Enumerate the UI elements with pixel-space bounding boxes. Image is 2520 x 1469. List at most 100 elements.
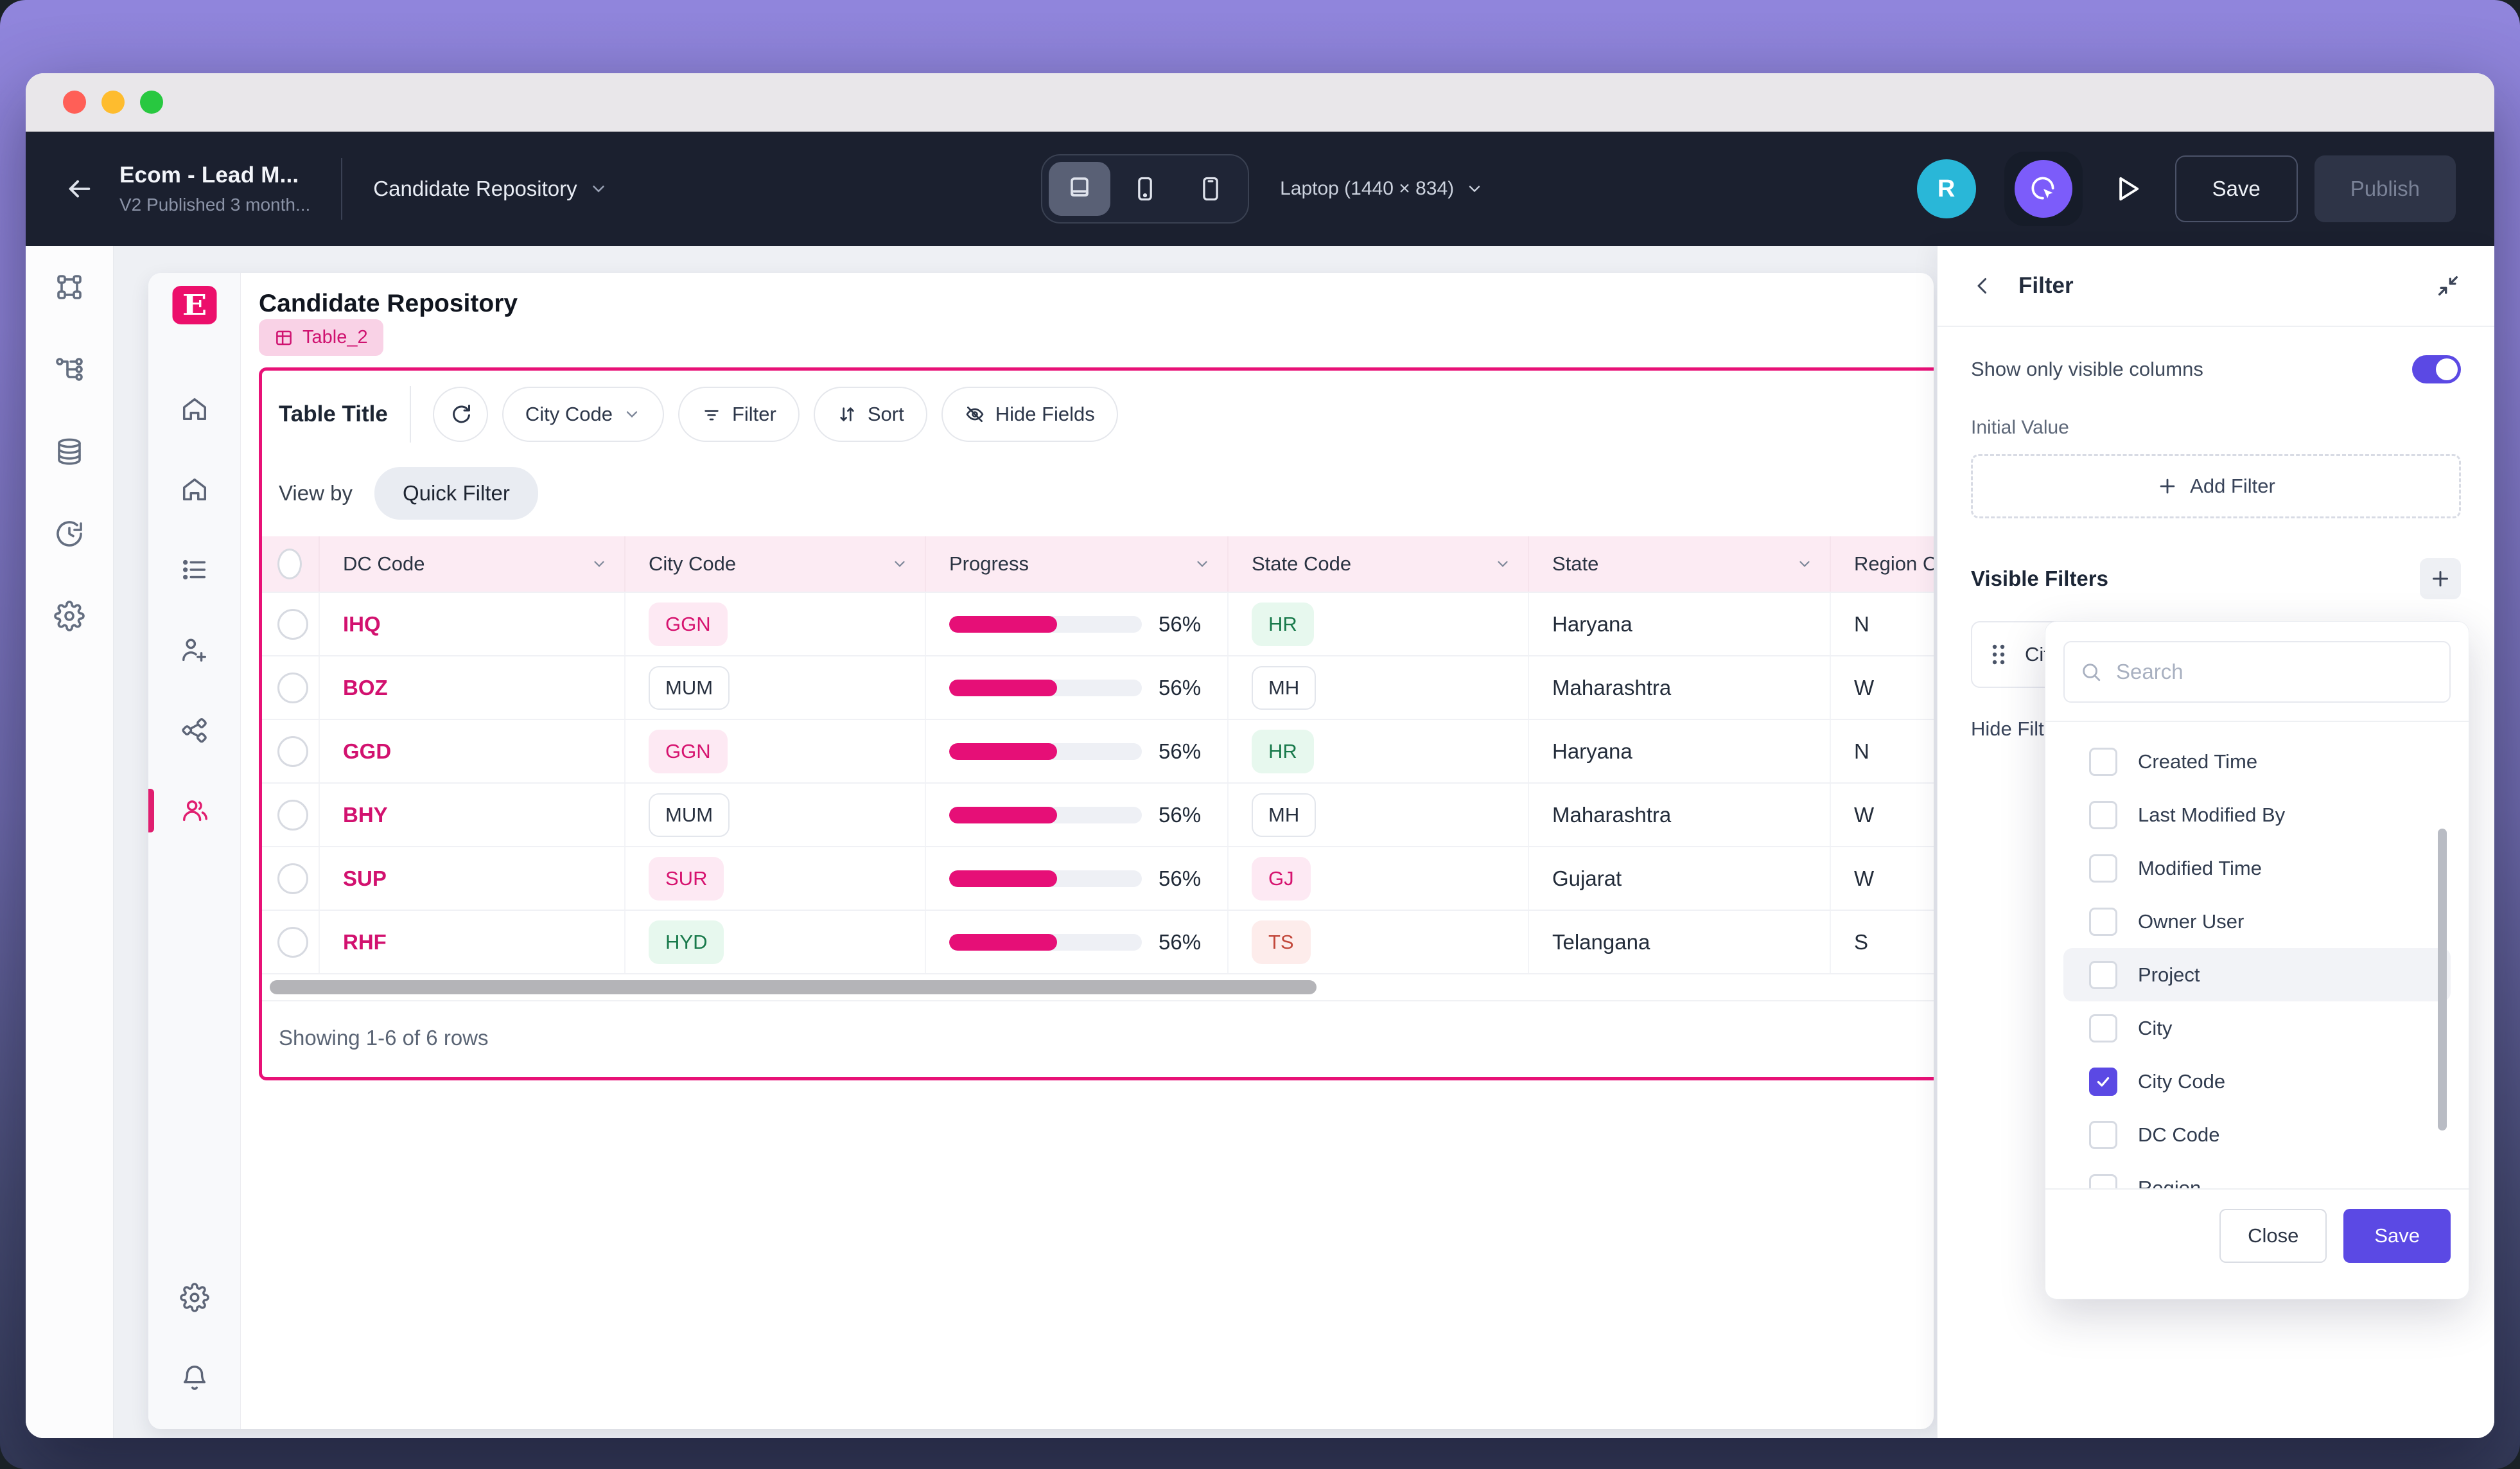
column-header[interactable]: City Code bbox=[626, 536, 926, 592]
column-option[interactable]: Modified Time bbox=[2063, 841, 2451, 895]
gear-icon bbox=[180, 1283, 209, 1312]
device-phone-button[interactable] bbox=[1114, 162, 1176, 216]
settings-gear-icon[interactable] bbox=[54, 601, 85, 631]
row-checkbox[interactable] bbox=[277, 673, 308, 703]
initial-value-label: Initial Value bbox=[1971, 417, 2461, 439]
option-checkbox[interactable] bbox=[2089, 1121, 2117, 1149]
table-row[interactable]: BOZ MUM 56% MH Maharashtra W bbox=[262, 655, 1934, 719]
progress-label: 56% bbox=[1159, 803, 1201, 827]
show-visible-columns-toggle[interactable] bbox=[2412, 355, 2461, 383]
add-visible-filter-button[interactable] bbox=[2420, 558, 2461, 599]
column-header[interactable]: Progress bbox=[926, 536, 1229, 592]
column-header[interactable]: State Code bbox=[1229, 536, 1529, 592]
canvas-size-dropdown[interactable]: Laptop (1440 × 834) bbox=[1280, 178, 1483, 200]
sidebar-item-list[interactable] bbox=[148, 544, 240, 595]
device-tablet-button[interactable] bbox=[1180, 162, 1241, 216]
sort-button[interactable]: Sort bbox=[814, 387, 927, 442]
row-checkbox[interactable] bbox=[277, 800, 308, 831]
option-checkbox[interactable] bbox=[2089, 1014, 2117, 1042]
popover-save-button[interactable]: Save bbox=[2343, 1209, 2451, 1263]
option-checkbox[interactable] bbox=[2089, 748, 2117, 776]
column-header[interactable]: State bbox=[1529, 536, 1831, 592]
flow-tree-icon[interactable] bbox=[54, 354, 85, 385]
popover-scrollbar[interactable] bbox=[2438, 829, 2447, 1130]
app-title-block[interactable]: Ecom - Lead M... V2 Published 3 month... bbox=[119, 163, 310, 215]
app-logo[interactable]: E bbox=[172, 286, 216, 324]
cursor-click-icon[interactable] bbox=[2015, 160, 2072, 218]
column-select-popover: Created Time Last Modified By Modified T… bbox=[2045, 621, 2469, 1299]
app-sidebar: E bbox=[148, 273, 241, 1429]
row-checkbox[interactable] bbox=[277, 863, 308, 894]
preview-play-button[interactable] bbox=[2111, 172, 2144, 206]
search-input[interactable] bbox=[2115, 659, 2434, 685]
back-arrow-icon[interactable] bbox=[64, 174, 94, 204]
table-row[interactable]: BHY MUM 56% MH Maharashtra W bbox=[262, 782, 1934, 846]
publish-button[interactable]: Publish bbox=[2314, 155, 2456, 222]
quick-filter-chip[interactable]: Quick Filter bbox=[374, 467, 538, 520]
filter-button[interactable]: Filter bbox=[678, 387, 800, 442]
sidebar-item-settings[interactable] bbox=[148, 1272, 240, 1323]
close-window-button[interactable] bbox=[63, 91, 86, 114]
chevron-left-icon[interactable] bbox=[1971, 274, 1994, 297]
column-option[interactable]: Owner User bbox=[2063, 895, 2451, 948]
option-checkbox[interactable] bbox=[2089, 801, 2117, 829]
sidebar-item-notifications[interactable] bbox=[148, 1352, 240, 1403]
database-icon[interactable] bbox=[54, 436, 85, 467]
table-row[interactable]: SUP SUR 56% GJ Gujarat W bbox=[262, 846, 1934, 910]
progress-bar bbox=[949, 807, 1142, 823]
column-header[interactable]: Region Code bbox=[1831, 536, 1934, 592]
refresh-button[interactable] bbox=[433, 387, 488, 442]
sidebar-item-share[interactable] bbox=[148, 705, 240, 756]
phone-icon bbox=[1131, 175, 1159, 203]
history-icon[interactable] bbox=[54, 518, 85, 549]
column-header[interactable]: DC Code bbox=[320, 536, 626, 592]
column-option[interactable]: Created Time bbox=[2063, 735, 2451, 788]
horizontal-scrollbar[interactable] bbox=[262, 973, 1934, 1000]
bell-icon bbox=[180, 1363, 209, 1393]
option-checkbox[interactable] bbox=[2089, 961, 2117, 989]
select-all-checkbox[interactable] bbox=[277, 549, 302, 579]
scrollbar-thumb[interactable] bbox=[270, 980, 1317, 994]
state-code-pill: MH bbox=[1252, 793, 1316, 837]
close-button[interactable]: Close bbox=[2219, 1209, 2327, 1263]
table-widget[interactable]: Table Title City Code bbox=[259, 367, 1934, 1080]
desktop-background: Ecom - Lead M... V2 Published 3 month...… bbox=[0, 0, 2520, 1469]
drag-handle-icon[interactable] bbox=[1989, 643, 2008, 666]
table-row[interactable]: GGD GGN 56% HR Haryana N bbox=[262, 719, 1934, 782]
progress-cell: 56% bbox=[926, 784, 1229, 846]
user-avatar[interactable]: R bbox=[1917, 159, 1976, 218]
sidebar-item-user-add[interactable] bbox=[148, 624, 240, 676]
collapse-panel-icon[interactable] bbox=[2435, 273, 2461, 299]
column-option[interactable]: City bbox=[2063, 1001, 2451, 1055]
column-selector-dropdown[interactable]: City Code bbox=[502, 387, 664, 442]
table-row[interactable]: IHQ GGN 56% HR Haryana N bbox=[262, 592, 1934, 655]
sidebar-item-home[interactable] bbox=[148, 383, 240, 435]
widget-name-badge[interactable]: Table_2 bbox=[259, 319, 383, 356]
column-option[interactable]: Region bbox=[2063, 1161, 2451, 1188]
option-checkbox[interactable] bbox=[2089, 908, 2117, 936]
column-option[interactable]: Last Modified By bbox=[2063, 788, 2451, 841]
device-laptop-button[interactable] bbox=[1049, 162, 1110, 216]
region-value: W bbox=[1831, 847, 1934, 910]
sidebar-item-people[interactable] bbox=[148, 785, 240, 836]
minimize-window-button[interactable] bbox=[101, 91, 125, 114]
zoom-window-button[interactable] bbox=[140, 91, 163, 114]
add-filter-button[interactable]: Add Filter bbox=[1971, 454, 2461, 518]
column-option[interactable]: DC Code bbox=[2063, 1108, 2451, 1161]
row-checkbox[interactable] bbox=[277, 736, 308, 767]
table-row[interactable]: RHF HYD 56% TS Telangana S bbox=[262, 910, 1934, 973]
search-box[interactable] bbox=[2063, 641, 2451, 703]
column-option[interactable]: City Code bbox=[2063, 1055, 2451, 1108]
option-checkbox[interactable] bbox=[2089, 1174, 2117, 1189]
option-checkbox[interactable] bbox=[2089, 854, 2117, 883]
row-checkbox[interactable] bbox=[277, 609, 308, 640]
sidebar-item-home-alt[interactable] bbox=[148, 464, 240, 515]
row-checkbox[interactable] bbox=[277, 927, 308, 958]
titlebar bbox=[26, 73, 2494, 132]
option-checkbox[interactable] bbox=[2089, 1068, 2117, 1096]
page-selector-dropdown[interactable]: Candidate Repository bbox=[373, 177, 608, 201]
select-frame-icon[interactable] bbox=[54, 272, 85, 303]
hide-fields-button[interactable]: Hide Fields bbox=[941, 387, 1118, 442]
save-button[interactable]: Save bbox=[2175, 155, 2298, 222]
column-option[interactable]: Project bbox=[2063, 948, 2451, 1001]
